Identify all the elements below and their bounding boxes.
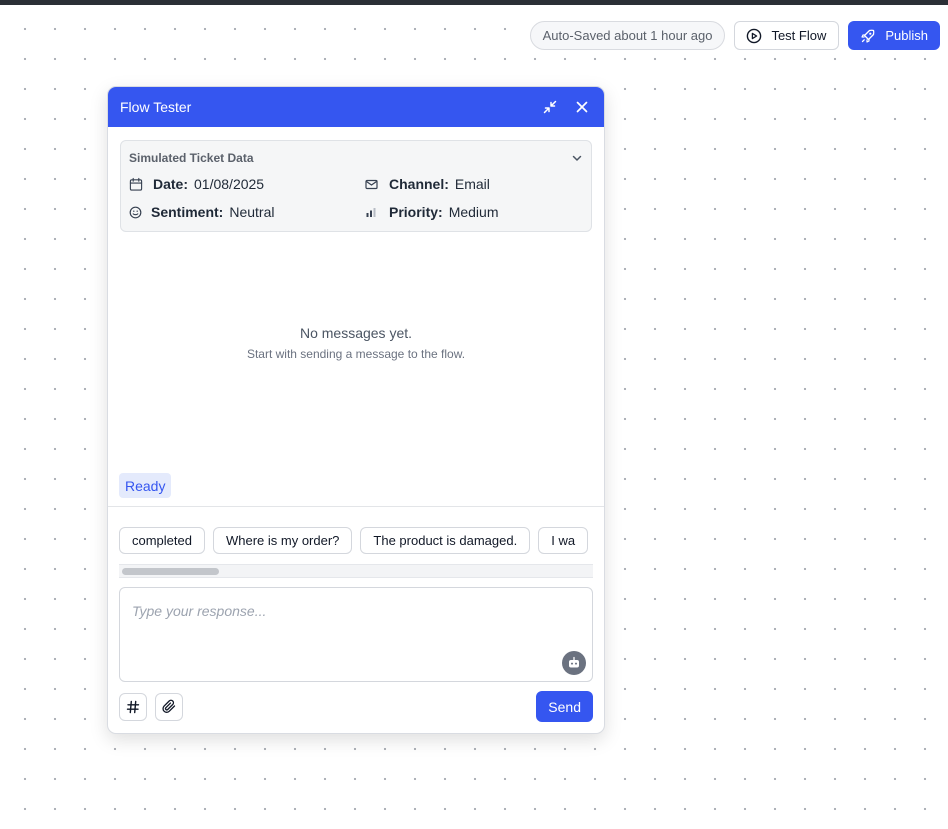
ticket-field-date: Date: 01/08/2025: [129, 175, 365, 193]
date-value: 01/08/2025: [194, 176, 265, 192]
divider: [108, 506, 604, 507]
ticket-card-heading: Simulated Ticket Data: [129, 151, 254, 165]
header-actions: [540, 97, 592, 117]
empty-messages: No messages yet. Start with sending a me…: [108, 325, 604, 361]
test-flow-label: Test Flow: [771, 28, 827, 43]
test-flow-button[interactable]: Test Flow: [734, 21, 840, 50]
suggestion-chips: completed Where is my order? The product…: [119, 527, 593, 555]
ticket-field-priority: Priority: Medium: [365, 203, 585, 221]
empty-subtitle: Start with sending a message to the flow…: [246, 347, 466, 361]
publish-label: Publish: [885, 28, 928, 43]
sentiment-label: Sentiment:: [151, 204, 224, 220]
mail-icon: [365, 179, 379, 190]
ticket-fields: Date: 01/08/2025 Channel: Email Sentimen…: [129, 175, 583, 221]
status-badge: Ready: [119, 473, 172, 498]
channel-value: Email: [454, 176, 490, 192]
ticket-card-header[interactable]: Simulated Ticket Data: [129, 151, 583, 165]
flow-tester-panel: Flow Tester Simulated Ticket Data Date: …: [107, 86, 605, 734]
rocket-icon: [860, 28, 876, 44]
play-circle-icon: [746, 28, 762, 44]
top-strip: [0, 0, 948, 5]
response-input[interactable]: [120, 588, 592, 681]
panel-title: Flow Tester: [120, 99, 192, 115]
signal-bars-icon: [365, 206, 379, 218]
composer-actions: Send: [119, 691, 593, 722]
publish-button[interactable]: Publish: [848, 21, 940, 50]
bot-icon[interactable]: [562, 651, 586, 675]
close-icon[interactable]: [572, 97, 592, 117]
simulated-ticket-card: Simulated Ticket Data Date: 01/08/2025 C…: [120, 140, 592, 232]
chips-scrollbar[interactable]: [119, 564, 593, 578]
smile-icon: [129, 206, 143, 219]
minimize-icon[interactable]: [540, 97, 560, 117]
panel-header: Flow Tester: [108, 87, 604, 127]
scrollbar-thumb[interactable]: [122, 568, 219, 575]
priority-label: Priority:: [389, 204, 443, 220]
suggestion-chip[interactable]: I wa: [538, 527, 589, 554]
channel-label: Channel:: [389, 176, 449, 192]
suggestion-chip[interactable]: The product is damaged.: [360, 527, 531, 554]
top-toolbar: Auto-Saved about 1 hour ago Test Flow Pu…: [529, 21, 940, 50]
chevron-down-icon[interactable]: [571, 152, 583, 164]
ticket-field-sentiment: Sentiment: Neutral: [129, 203, 365, 221]
response-box: [119, 587, 593, 682]
suggestion-chip[interactable]: Where is my order?: [212, 527, 353, 554]
calendar-icon: [129, 177, 143, 192]
priority-value: Medium: [448, 204, 499, 220]
send-button[interactable]: Send: [536, 691, 593, 722]
sentiment-value: Neutral: [229, 204, 275, 220]
suggestion-chip[interactable]: completed: [119, 527, 205, 554]
date-label: Date:: [153, 176, 189, 192]
hashtag-icon[interactable]: [119, 692, 147, 721]
paperclip-icon[interactable]: [155, 692, 183, 721]
empty-title: No messages yet.: [299, 325, 413, 341]
autosave-status: Auto-Saved about 1 hour ago: [529, 21, 726, 50]
ticket-field-channel: Channel: Email: [365, 175, 585, 193]
